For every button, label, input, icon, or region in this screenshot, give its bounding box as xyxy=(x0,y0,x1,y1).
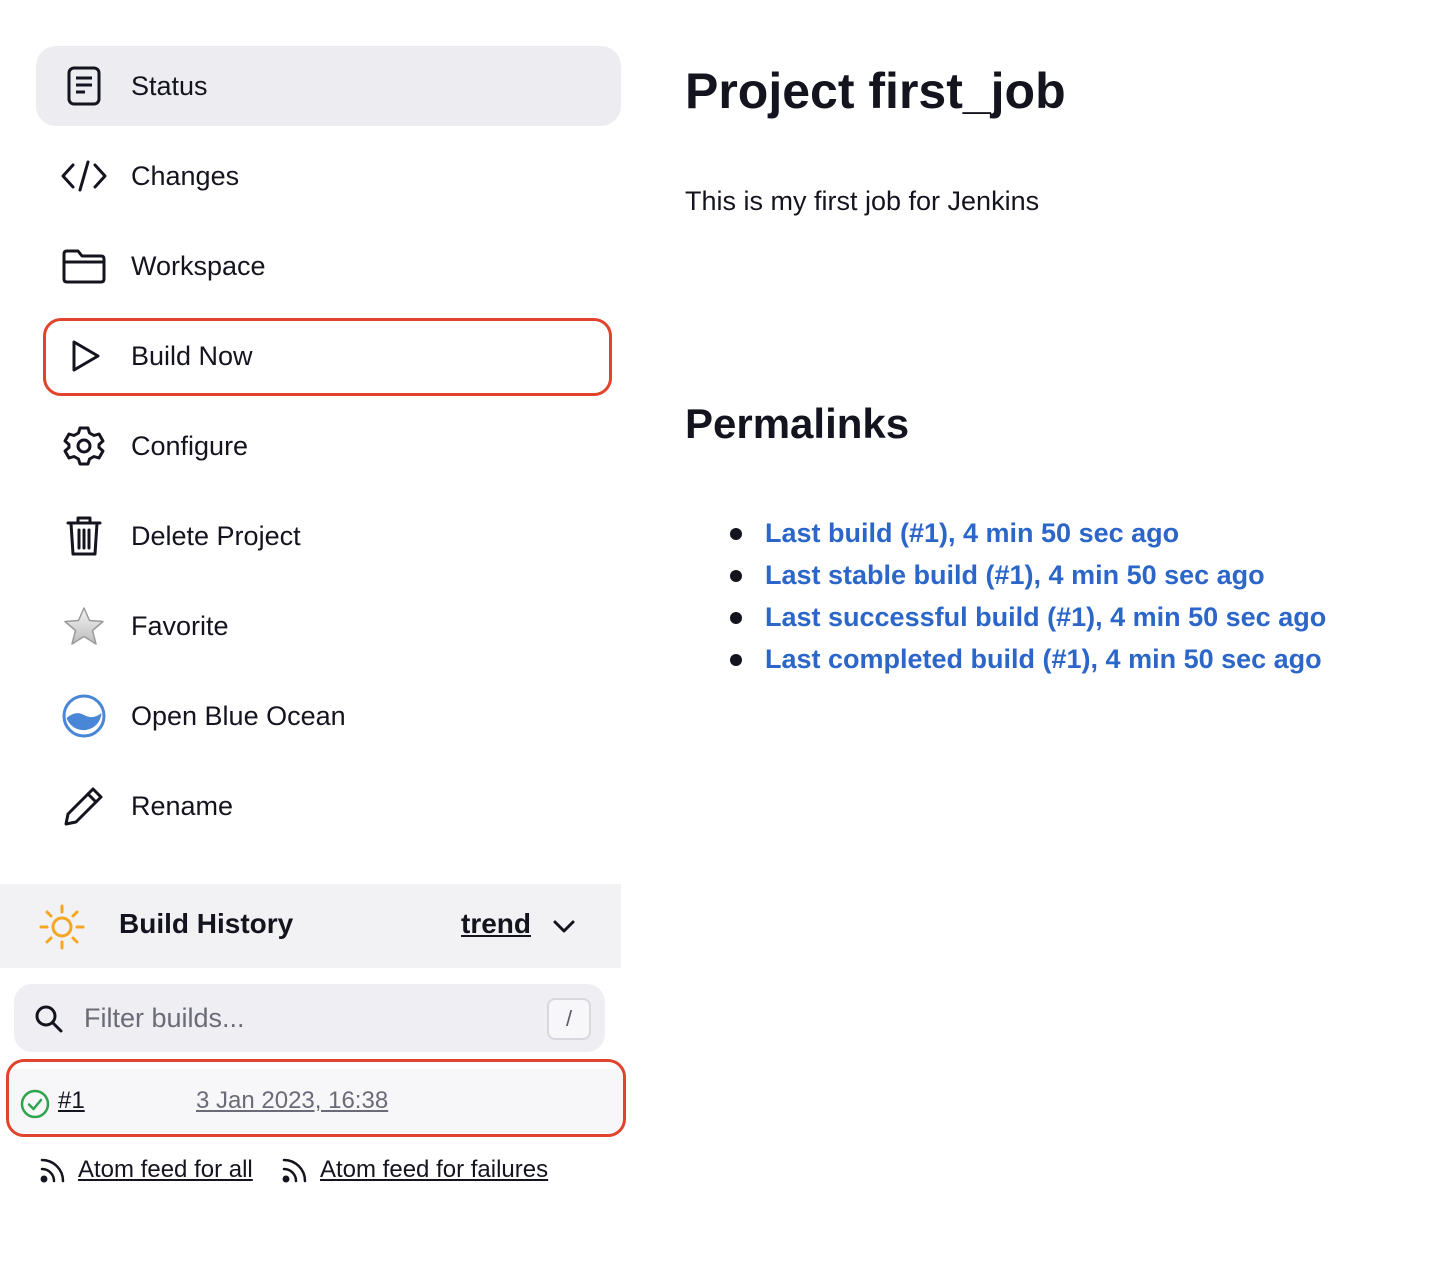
atom-feed-all-link[interactable]: Atom feed for all xyxy=(38,1155,253,1185)
page-title: Project first_job xyxy=(685,63,1066,119)
filter-builds-field[interactable]: / xyxy=(14,984,605,1052)
sidebar-item-rename[interactable]: Rename xyxy=(36,766,621,846)
permalink-last-build[interactable]: Last build (#1), 4 min 50 sec ago xyxy=(765,518,1179,549)
bullet xyxy=(730,612,742,624)
permalink-last-completed-build[interactable]: Last completed build (#1), 4 min 50 sec … xyxy=(765,644,1322,675)
trash-icon xyxy=(60,516,108,556)
build-history-title: Build History xyxy=(119,908,294,939)
bullet xyxy=(730,570,742,582)
build-history-header: Build History trend xyxy=(0,884,621,968)
play-icon xyxy=(60,336,108,376)
document-icon xyxy=(60,66,108,106)
rss-icon xyxy=(280,1155,310,1185)
sidebar-item-open-blue-ocean[interactable]: Open Blue Ocean xyxy=(36,676,621,756)
sidebar-item-label: Workspace xyxy=(131,250,266,281)
bullet xyxy=(730,528,742,540)
sun-icon xyxy=(38,904,86,950)
sidebar-item-status[interactable]: Status xyxy=(36,46,621,126)
list-item: Last completed build (#1), 4 min 50 sec … xyxy=(730,638,1326,680)
keyboard-shortcut-hint: / xyxy=(547,998,591,1040)
build-date-link[interactable]: 3 Jan 2023, 16:38 xyxy=(196,1087,388,1115)
star-icon xyxy=(60,606,108,646)
sidebar-item-changes[interactable]: Changes xyxy=(36,136,621,216)
pencil-icon xyxy=(60,786,108,826)
sidebar-item-workspace[interactable]: Workspace xyxy=(36,226,621,306)
trend-link[interactable]: trend xyxy=(461,908,531,940)
list-item: Last stable build (#1), 4 min 50 sec ago xyxy=(730,554,1326,596)
atom-feed-all-label: Atom feed for all xyxy=(78,1156,253,1183)
sidebar-item-configure[interactable]: Configure xyxy=(36,406,621,486)
gear-icon xyxy=(60,426,108,466)
sidebar-item-label: Open Blue Ocean xyxy=(131,700,346,731)
list-item: Last build (#1), 4 min 50 sec ago xyxy=(730,512,1326,554)
sidebar-item-label: Favorite xyxy=(131,610,229,641)
search-icon xyxy=(34,1004,64,1034)
rss-icon xyxy=(38,1155,68,1185)
atom-feed-failures-link[interactable]: Atom feed for failures xyxy=(280,1155,548,1185)
bullet xyxy=(730,654,742,666)
sidebar-item-label: Build Now xyxy=(131,340,253,371)
list-item: Last successful build (#1), 4 min 50 sec… xyxy=(730,596,1326,638)
sidebar-item-label: Status xyxy=(131,70,208,101)
sidebar-item-label: Delete Project xyxy=(131,520,301,551)
permalinks-list: Last build (#1), 4 min 50 sec ago Last s… xyxy=(730,512,1326,680)
permalink-last-successful-build[interactable]: Last successful build (#1), 4 min 50 sec… xyxy=(765,602,1326,633)
permalinks-heading: Permalinks xyxy=(685,400,910,447)
sidebar-item-label: Changes xyxy=(131,160,240,191)
success-check-icon xyxy=(20,1089,50,1119)
code-icon xyxy=(60,156,108,196)
project-description: This is my first job for Jenkins xyxy=(685,186,1040,216)
build-number-link[interactable]: #1 xyxy=(58,1087,85,1115)
sidebar-item-label: Rename xyxy=(131,790,234,821)
sidebar-item-delete-project[interactable]: Delete Project xyxy=(36,496,621,576)
sidebar-item-build-now[interactable]: Build Now xyxy=(36,316,621,396)
folder-icon xyxy=(60,246,108,286)
permalink-last-stable-build[interactable]: Last stable build (#1), 4 min 50 sec ago xyxy=(765,560,1265,591)
filter-builds-input[interactable] xyxy=(84,996,534,1040)
atom-feed-failures-label: Atom feed for failures xyxy=(320,1156,549,1183)
build-row[interactable]: #1 3 Jan 2023, 16:38 xyxy=(8,1069,623,1133)
blue-ocean-icon xyxy=(60,694,108,738)
chevron-down-icon[interactable] xyxy=(550,912,578,940)
sidebar-item-favorite[interactable]: Favorite xyxy=(36,586,621,666)
sidebar-item-label: Configure xyxy=(131,430,249,461)
